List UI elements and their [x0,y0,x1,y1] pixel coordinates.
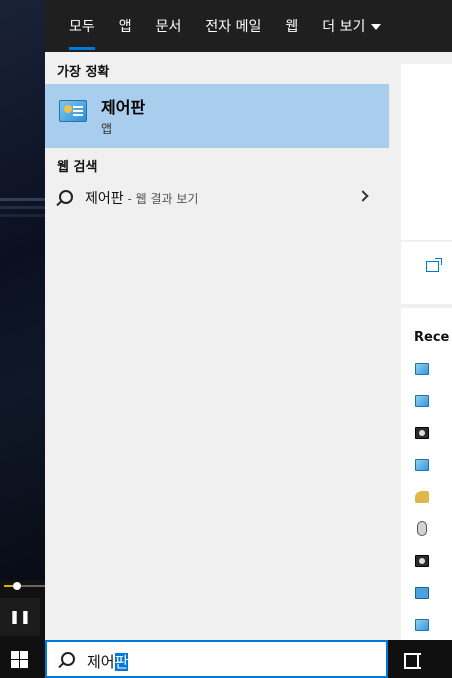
preview-actions-card [401,242,452,304]
media-seek-bar[interactable] [4,582,45,590]
tab-label: 모두 [69,19,95,35]
tab-label: 웹 [285,19,299,35]
pause-icon: ❚❚ [9,609,31,625]
search-text-plain: 제어 [87,653,115,671]
tab-web[interactable]: 웹 [273,0,310,52]
taskbar-search-input[interactable]: 제어판 [45,640,388,678]
tab-documents[interactable]: 문서 [144,0,194,52]
network-icon[interactable] [415,587,429,599]
search-results: 가장 정확 제어판 앱 웹 검색 제어판 - 웹 결과 보기 [45,52,389,640]
tab-more[interactable]: 더 보기 [310,0,393,52]
best-match-title: 제어판 [101,98,146,117]
recent-items-card: Rece [401,308,452,640]
chevron-right-icon [357,190,369,202]
preview-pane: Rece [389,52,452,640]
tab-apps[interactable]: 앱 [107,0,144,52]
tab-label: 앱 [118,19,132,35]
search-input-text: 제어판 [87,651,129,672]
recent-heading: Rece [414,330,450,345]
tab-email[interactable]: 전자 메일 [193,0,273,52]
web-search-result[interactable]: 제어판 - 웹 결과 보기 [45,182,389,214]
background-stripe [0,206,45,209]
media-player-controls: ❚❚ [0,580,45,640]
search-text-selected: 판 [114,653,129,671]
taskbar: 제어판 [0,640,452,678]
control-panel-icon [59,100,87,122]
camera-icon[interactable] [415,555,429,567]
best-match-type: 앱 [101,122,113,136]
windows-logo-icon [20,660,28,668]
task-view-button[interactable] [402,650,422,669]
web-search-text: 제어판 - 웹 결과 보기 [85,188,198,208]
tab-all[interactable]: 모두 [57,0,107,52]
control-panel-icon[interactable] [415,619,429,631]
control-panel-icon[interactable] [415,363,429,375]
tab-label: 더 보기 [322,19,366,35]
control-panel-icon[interactable] [415,459,429,471]
best-match-result[interactable]: 제어판 앱 [45,84,389,148]
chevron-down-icon [371,24,382,30]
mouse-icon[interactable] [417,521,427,536]
screen: ❚❚ 모두 앱 문서 전자 메일 웹 더 보기 가장 정확 제어판 앱 웹 검색… [0,0,452,678]
search-filter-tabs: 모두 앱 문서 전자 메일 웹 더 보기 [45,0,452,52]
best-match-heading: 가장 정확 [57,65,110,80]
tab-label: 문서 [155,19,182,35]
web-search-query: 제어판 [85,191,124,207]
pause-button[interactable]: ❚❚ [0,598,40,636]
background-stripe [0,198,45,201]
search-icon [59,190,73,204]
open-icon[interactable] [426,258,442,272]
desktop-background [0,0,45,640]
tab-label: 전자 메일 [205,19,262,35]
background-stripe [0,214,45,217]
windows-logo-icon [11,651,19,659]
media-seek-knob[interactable] [13,582,21,590]
control-panel-icon[interactable] [415,395,429,407]
search-icon [61,652,75,666]
camera-icon[interactable] [415,427,429,439]
preview-header-card [401,64,452,240]
windows-logo-icon [20,651,28,659]
web-search-heading: 웹 검색 [57,160,98,175]
key-icon[interactable] [415,491,429,503]
web-search-suffix: - 웹 결과 보기 [123,192,199,206]
windows-logo-icon [11,660,19,668]
start-button[interactable] [11,651,28,668]
search-panel: 모두 앱 문서 전자 메일 웹 더 보기 가장 정확 제어판 앱 웹 검색 제어… [45,0,452,640]
